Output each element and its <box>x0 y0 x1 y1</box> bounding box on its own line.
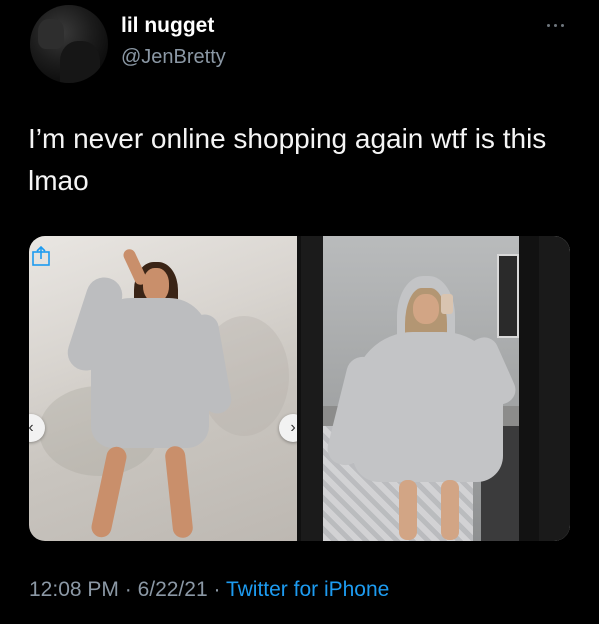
next-image-button[interactable]: › <box>279 414 297 442</box>
user-handle[interactable]: @JenBretty <box>121 46 226 69</box>
more-options-icon[interactable] <box>540 18 570 32</box>
chevron-right-icon: › <box>290 419 296 436</box>
display-name[interactable]: lil nugget <box>121 14 214 38</box>
tweet-metadata: 12:08 PM · 6/22/21 · Twitter for iPhone <box>29 578 389 602</box>
separator: · <box>118 578 138 601</box>
product-photo[interactable]: ‹ › <box>29 236 297 541</box>
tweet-text: I’m never online shopping again wtf is t… <box>28 123 547 196</box>
chevron-left-icon: ‹ <box>29 419 34 437</box>
tweet-date[interactable]: 6/22/21 <box>138 578 208 601</box>
customer-photo[interactable] <box>301 236 570 541</box>
tweet-source-link[interactable]: Twitter for iPhone <box>226 578 389 601</box>
avatar-detail <box>38 19 64 49</box>
separator: · <box>207 578 226 601</box>
media-grid: ‹ › <box>29 236 570 541</box>
avatar[interactable] <box>30 5 108 83</box>
tweet-time[interactable]: 12:08 PM <box>29 578 119 601</box>
share-icon[interactable] <box>32 246 50 266</box>
avatar-detail <box>60 41 100 83</box>
